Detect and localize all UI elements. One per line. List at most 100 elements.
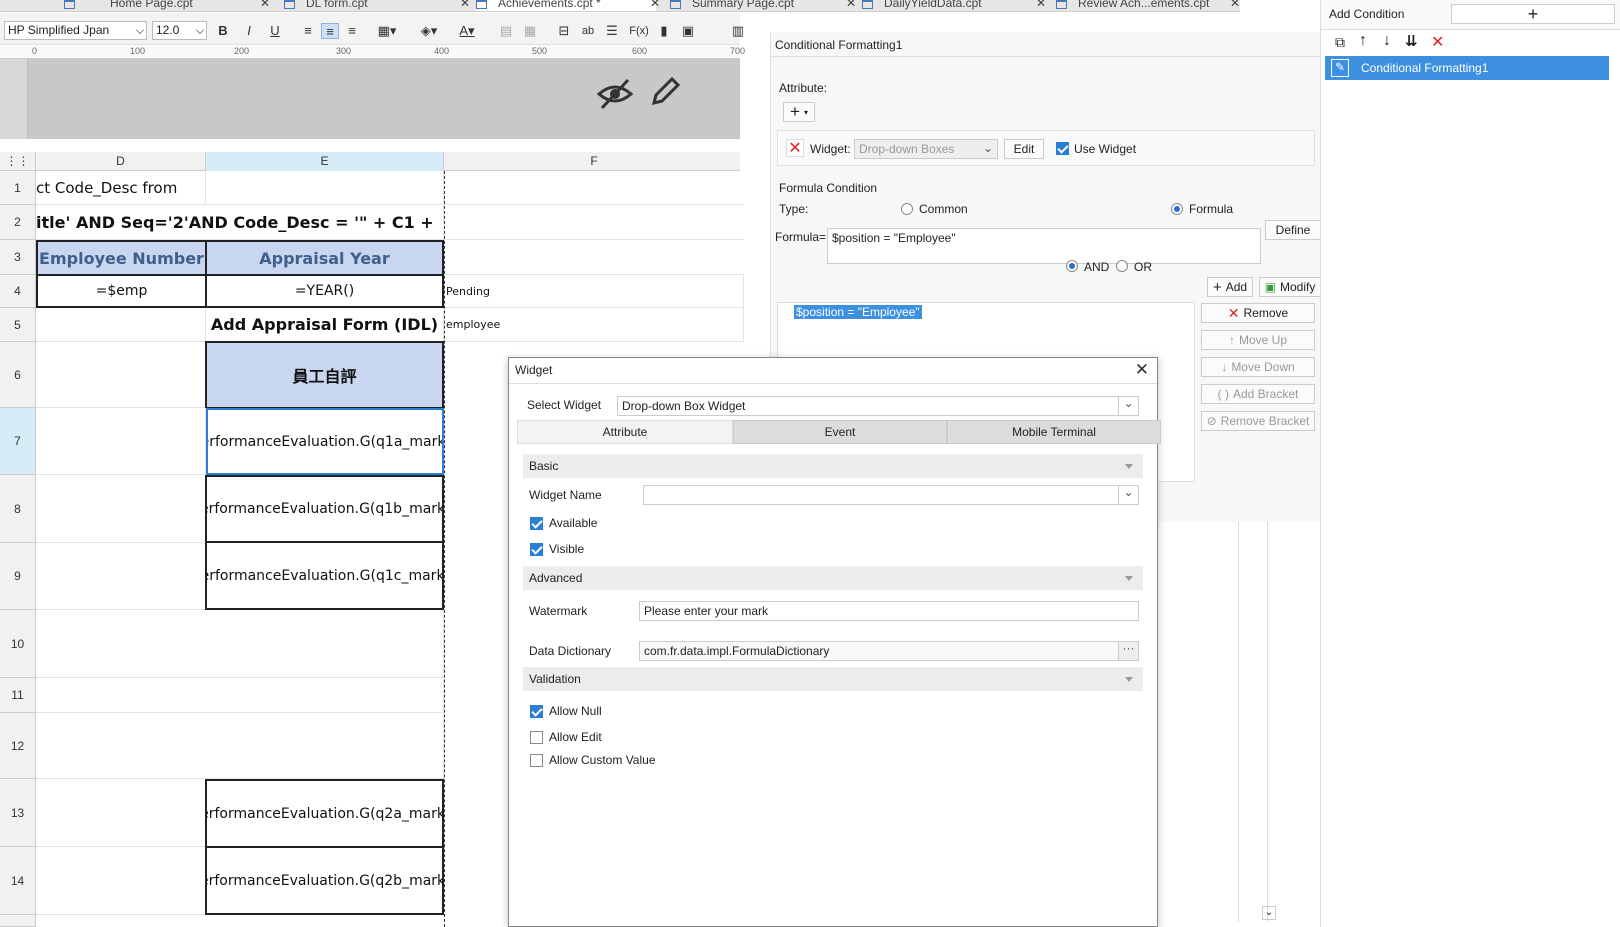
- close-icon[interactable]: ✕: [260, 0, 270, 10]
- cell-d1[interactable]: ct Code_Desc from: [36, 171, 206, 205]
- cell-e5[interactable]: Add Appraisal Form (IDL): [206, 308, 444, 342]
- cell-d7[interactable]: [36, 408, 206, 475]
- cell-employee-number[interactable]: Employee Number: [36, 240, 207, 276]
- insert-link-icon[interactable]: ⊟: [556, 23, 572, 39]
- cell-f4[interactable]: Pending: [444, 275, 744, 308]
- add-bracket-button[interactable]: ( ) Add Bracket: [1201, 384, 1315, 404]
- row-header[interactable]: 6: [0, 342, 36, 408]
- row-header[interactable]: 4: [0, 275, 36, 308]
- underline-button[interactable]: U: [268, 23, 282, 39]
- font-color-icon[interactable]: A▾: [452, 23, 482, 39]
- column-header-d[interactable]: D: [36, 152, 206, 171]
- visible-checkbox[interactable]: [530, 543, 543, 556]
- merge-cells-icon[interactable]: ▤: [498, 23, 514, 39]
- cell-e1[interactable]: [206, 171, 444, 205]
- tab-summary-page[interactable]: Summary Page.cpt ✕: [670, 0, 860, 11]
- row-header[interactable]: 10: [0, 610, 36, 678]
- cell-d14[interactable]: [36, 847, 206, 915]
- cell-f5[interactable]: employee: [444, 308, 744, 342]
- fill-color-icon[interactable]: ◈▾: [414, 23, 444, 39]
- remove-condition-button[interactable]: ✕ Remove: [1201, 303, 1315, 323]
- border-icon[interactable]: ▦▾: [372, 23, 402, 39]
- condition-item-selected[interactable]: ✎ Conditional Formatting1: [1325, 56, 1609, 80]
- cell-e14[interactable]: performanceEvaluation.G(q2b_marks): [205, 846, 444, 915]
- more-options-button[interactable]: ···: [1118, 642, 1138, 660]
- tab-attribute[interactable]: Attribute: [517, 420, 733, 444]
- column-header-f[interactable]: F: [444, 152, 744, 171]
- tab-mobile-terminal[interactable]: Mobile Terminal: [947, 420, 1161, 444]
- row-header[interactable]: 8: [0, 475, 36, 543]
- scroll-down-icon[interactable]: ⌄: [1262, 906, 1276, 920]
- row-header[interactable]: 12: [0, 713, 36, 779]
- tab-home-page[interactable]: Home Page.cpt ✕: [64, 0, 270, 11]
- bold-button[interactable]: B: [216, 23, 230, 39]
- cell-d5[interactable]: [36, 308, 206, 342]
- cell-d9[interactable]: [36, 543, 206, 610]
- row-header[interactable]: [0, 915, 36, 927]
- row-header[interactable]: 7: [0, 408, 36, 475]
- formula-input[interactable]: $position = "Employee": [827, 228, 1261, 264]
- align-center-icon[interactable]: ≡: [321, 23, 339, 39]
- select-all-corner[interactable]: ⋮⋮: [0, 152, 36, 171]
- close-icon[interactable]: ✕: [1230, 0, 1240, 10]
- cell-d13[interactable]: [36, 779, 206, 847]
- close-icon[interactable]: ✕: [846, 0, 856, 10]
- align-right-icon[interactable]: ≡: [344, 23, 360, 39]
- move-to-bottom-icon[interactable]: ⇊: [1405, 32, 1418, 50]
- condition-item[interactable]: $position = "Employee": [794, 305, 922, 319]
- define-button[interactable]: Define: [1265, 220, 1321, 240]
- or-radio[interactable]: [1116, 260, 1128, 272]
- sub-report-icon[interactable]: ▥: [730, 23, 746, 39]
- italic-button[interactable]: I: [242, 23, 256, 39]
- tab-daily-yield-data[interactable]: DailyYieldData.cpt ✕: [862, 0, 1052, 11]
- row-header[interactable]: 11: [0, 678, 36, 713]
- widget-type-select[interactable]: Drop-down Boxes ⌄: [854, 139, 998, 159]
- tab-dl-form[interactable]: DL form.cpt ✕: [284, 0, 470, 11]
- cell-e4[interactable]: =YEAR(): [205, 274, 444, 308]
- cell-d4[interactable]: =$emp: [36, 274, 207, 308]
- cell-row11[interactable]: [36, 678, 444, 713]
- copy-icon[interactable]: ⧉: [1335, 34, 1345, 51]
- row-header[interactable]: 3: [0, 240, 36, 275]
- column-header-e[interactable]: E: [206, 152, 444, 171]
- hide-icon[interactable]: [596, 77, 634, 111]
- cell-e8[interactable]: performanceEvaluation.G(q1b_marks): [205, 475, 444, 543]
- select-widget-dropdown[interactable]: Drop-down Box Widget ⌄: [617, 396, 1139, 416]
- data-dictionary-field[interactable]: com.fr.data.impl.FormulaDictionary ···: [639, 641, 1139, 661]
- basic-section-header[interactable]: Basic: [523, 454, 1143, 478]
- image-icon[interactable]: ▣: [680, 23, 696, 39]
- allow-null-checkbox[interactable]: [530, 705, 543, 718]
- close-icon[interactable]: ✕: [1036, 0, 1046, 10]
- close-icon[interactable]: ✕: [460, 0, 470, 10]
- font-family-select[interactable]: HP Simplified Jpan: [4, 21, 147, 40]
- row-header[interactable]: 9: [0, 543, 36, 610]
- row-header[interactable]: 5: [0, 308, 36, 342]
- move-up-button[interactable]: ↑ Move Up: [1201, 330, 1315, 350]
- modify-condition-button[interactable]: ▣ Modify: [1259, 277, 1321, 297]
- close-icon[interactable]: ✕: [650, 0, 660, 10]
- common-radio[interactable]: [901, 203, 913, 215]
- formula-radio[interactable]: [1171, 203, 1183, 215]
- widget-name-select[interactable]: ⌄: [643, 485, 1139, 505]
- row-header[interactable]: 13: [0, 779, 36, 847]
- move-down-button[interactable]: ↓ Move Down: [1201, 357, 1315, 377]
- cell-row12[interactable]: [36, 713, 444, 779]
- unmerge-cells-icon[interactable]: ▦: [522, 23, 538, 39]
- chart-icon[interactable]: ▮: [656, 23, 672, 39]
- edit-widget-button[interactable]: Edit: [1004, 139, 1044, 159]
- cell-f2[interactable]: [444, 205, 744, 240]
- paragraph-icon[interactable]: ☰: [604, 23, 620, 39]
- cell-d2[interactable]: itle' AND Seq='2'AND Code_Desc = '" + C1…: [36, 205, 444, 240]
- cell-row10[interactable]: [36, 610, 444, 678]
- validation-section-header[interactable]: Validation: [523, 667, 1143, 691]
- cell-f1[interactable]: [444, 171, 744, 205]
- advanced-section-header[interactable]: Advanced: [523, 566, 1143, 590]
- cell-e9[interactable]: performanceEvaluation.G(q1c_marks): [205, 541, 444, 610]
- formula-icon[interactable]: F(x): [628, 23, 650, 39]
- arrow-down-icon[interactable]: ↓: [1383, 32, 1391, 50]
- and-radio[interactable]: [1066, 260, 1078, 272]
- add-condition-button[interactable]: + Add: [1207, 277, 1253, 297]
- use-widget-checkbox[interactable]: [1056, 142, 1069, 155]
- add-condition-plus-button[interactable]: +: [1451, 4, 1615, 24]
- cell-f3[interactable]: [444, 240, 744, 275]
